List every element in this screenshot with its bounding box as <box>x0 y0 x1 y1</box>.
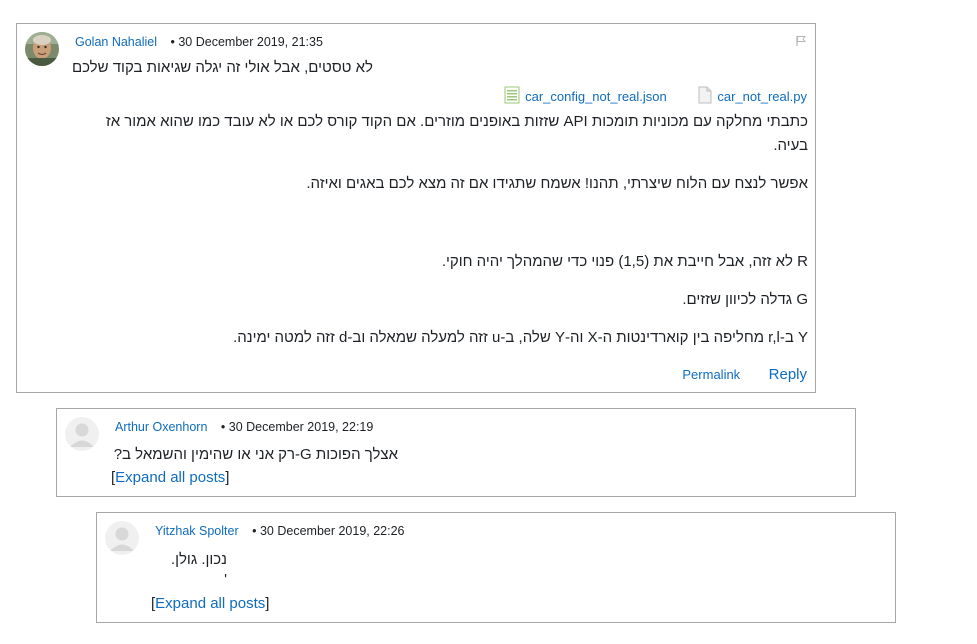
attachment-link[interactable]: car_config_not_real.json <box>525 89 667 104</box>
post-subject: לא טסטים, אבל אולי זה יגלה שגיאות בקוד ש… <box>71 59 373 76</box>
bracket: ] <box>225 469 230 486</box>
author-link[interactable]: Golan Nahaliel <box>75 35 157 49</box>
forum-post: Golan Nahaliel • 30 December 2019, 21:35… <box>16 23 816 393</box>
post-paragraph: G גדלה לכיוון שזזים. <box>682 291 808 308</box>
reply-link[interactable]: Reply <box>769 366 807 383</box>
avatar[interactable] <box>65 417 99 451</box>
attachment: car_config_not_real.json <box>504 86 667 107</box>
post-content: כתבתי מחלקה עם מכוניות תומכות API שזזות … <box>78 110 808 350</box>
expand-all-posts: [Expand all posts] <box>151 595 269 612</box>
permalink-link[interactable]: Permalink <box>682 367 740 382</box>
post-actions: Permalink Reply <box>682 366 807 384</box>
attachment: car_not_real.py <box>698 86 807 107</box>
bracket: ] <box>265 595 270 612</box>
post-line: נכון. גולן. <box>170 551 227 568</box>
avatar[interactable] <box>105 521 139 555</box>
post-content: נכון. גולן. ' <box>147 550 227 590</box>
forum-post: Arthur Oxenhorn • 30 December 2019, 22:1… <box>56 408 856 497</box>
text-file-icon <box>504 86 520 107</box>
byline-separator: • <box>220 420 226 434</box>
post-paragraph: כתבתי מחלקה עם מכוניות תומכות API שזזות … <box>105 113 808 154</box>
post-date: 30 December 2019, 22:19 <box>228 420 374 434</box>
byline-separator: • <box>170 35 175 49</box>
flag-icon[interactable] <box>795 34 807 46</box>
python-file-icon <box>698 86 712 107</box>
attachments: car_config_not_real.json car_not_real.py <box>476 86 807 107</box>
post-paragraph: אפשר לנצח עם הלוח שיצרתי, תהנו! אשמח שתג… <box>306 175 808 192</box>
expand-all-posts-link[interactable]: Expand all posts <box>115 469 225 486</box>
post-date: 30 December 2019, 22:26 <box>259 524 405 538</box>
byline-separator: • <box>252 524 257 538</box>
expand-all-posts-link[interactable]: Expand all posts <box>155 595 265 612</box>
post-byline: Golan Nahaliel • 30 December 2019, 21:35 <box>75 35 323 49</box>
forum-post: Yitzhak Spolter • 30 December 2019, 22:2… <box>96 512 896 623</box>
post-date: 30 December 2019, 21:35 <box>178 35 323 49</box>
post-byline: Arthur Oxenhorn • 30 December 2019, 22:1… <box>115 420 373 434</box>
expand-all-posts: [Expand all posts] <box>111 469 229 486</box>
avatar[interactable] <box>25 32 59 66</box>
attachment-link[interactable]: car_not_real.py <box>717 89 807 104</box>
post-paragraph: Y ב-r,l מחליפה בין קוארדינטות ה-X וה-Y ש… <box>233 329 808 346</box>
post-content: אצלך הפוכות G-רק אני או שהימין והשמאל ב? <box>113 446 398 463</box>
post-line: ' <box>224 571 227 588</box>
post-byline: Yitzhak Spolter • 30 December 2019, 22:2… <box>155 524 405 538</box>
author-link[interactable]: Yitzhak Spolter <box>155 524 239 538</box>
post-paragraph: R לא זזה, אבל חייבת את (1,5) פנוי כדי שה… <box>441 253 808 270</box>
author-link[interactable]: Arthur Oxenhorn <box>115 420 207 434</box>
